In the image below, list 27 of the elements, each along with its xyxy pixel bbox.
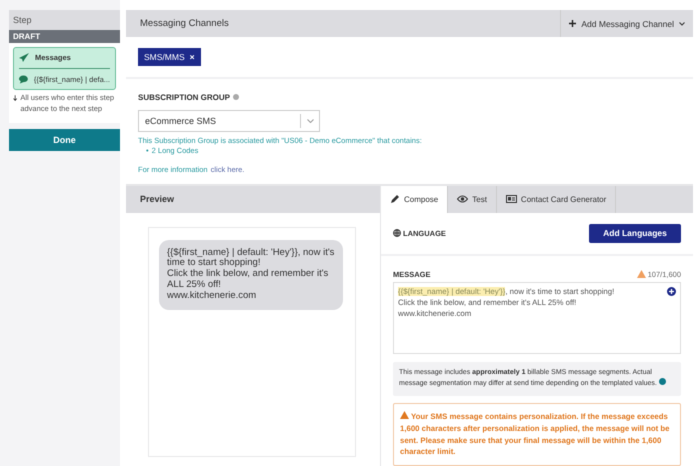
id-card-icon — [506, 195, 517, 204]
speech-bubble-icon — [19, 75, 28, 84]
eye-icon — [457, 195, 468, 204]
done-button[interactable]: Done — [9, 129, 120, 151]
add-channel-button[interactable]: Add Messaging Channel — [560, 10, 693, 37]
warning-icon — [400, 411, 409, 420]
add-languages-button[interactable]: Add Languages — [589, 224, 681, 243]
info-icon — [658, 378, 666, 386]
draft-status-bar: DRAFT — [9, 30, 120, 43]
caret-icon — [679, 22, 685, 26]
step-header: Step — [9, 10, 120, 30]
plus-icon — [569, 20, 576, 27]
section-title: Messaging Channels — [139, 18, 229, 29]
down-arrow-icon — [13, 93, 18, 103]
field-label: SUBSCRIPTION GROUP — [138, 92, 230, 102]
preview-header: Preview — [126, 186, 380, 213]
info-icon — [233, 94, 240, 100]
chevron-icon — [307, 118, 314, 123]
globe-icon — [393, 229, 401, 238]
message-bubble: {{${first_name} | default: 'Hey'}}, now it's time to start shopping! Click the link below, and remember it's ALL 25% off! www.kitchenerie.com — [159, 240, 343, 310]
paper-plane-icon — [19, 53, 29, 62]
subscription-select[interactable]: eCommerce SMS — [138, 110, 320, 132]
tab[interactable]: Compose — [381, 186, 448, 213]
pencil-icon — [390, 194, 400, 204]
add-icon[interactable] — [667, 286, 676, 296]
channel-tag[interactable]: SMS/MMS × — [138, 48, 201, 66]
warning-icon — [636, 270, 646, 278]
